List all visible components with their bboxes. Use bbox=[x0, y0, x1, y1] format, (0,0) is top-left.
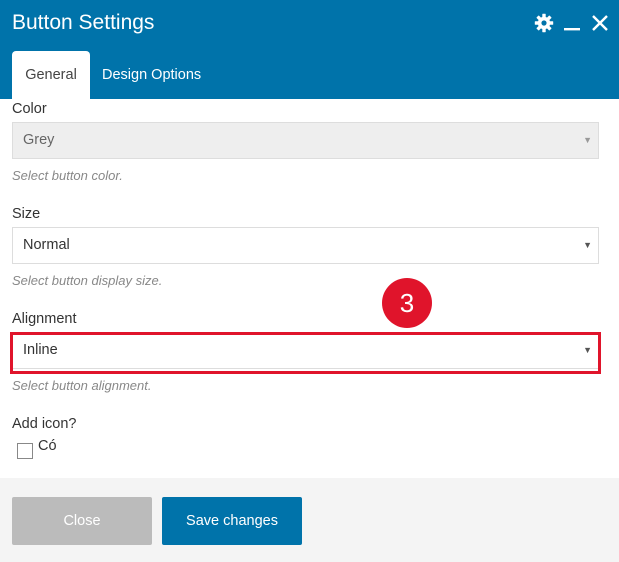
close-button[interactable]: Close bbox=[12, 497, 152, 545]
dialog-title: Button Settings bbox=[12, 11, 155, 34]
size-select-value: Normal bbox=[23, 237, 70, 253]
minimize-icon[interactable] bbox=[561, 12, 583, 34]
color-help: Select button color. bbox=[12, 168, 123, 183]
save-changes-button[interactable]: Save changes bbox=[162, 497, 302, 545]
annotation-highlight bbox=[10, 332, 601, 374]
gear-icon[interactable] bbox=[533, 12, 555, 34]
size-help: Select button display size. bbox=[12, 273, 163, 288]
add-icon-option-label: Có bbox=[38, 438, 57, 454]
alignment-label: Alignment bbox=[12, 311, 77, 327]
header-controls bbox=[533, 12, 611, 34]
chevron-down-icon: ▼ bbox=[583, 135, 592, 145]
add-icon-field: Add icon? Có bbox=[12, 416, 599, 454]
color-select[interactable]: Grey ▼ bbox=[12, 122, 599, 159]
add-icon-checkbox[interactable] bbox=[17, 443, 33, 459]
size-select[interactable]: Normal ▼ bbox=[12, 227, 599, 264]
size-field: Size Normal ▼ Select button display size… bbox=[12, 206, 599, 288]
alignment-help: Select button alignment. bbox=[12, 378, 152, 393]
color-field: Color Grey ▼ Select button color. bbox=[12, 101, 599, 183]
tab-design-options[interactable]: Design Options bbox=[90, 51, 213, 99]
close-icon[interactable] bbox=[589, 12, 611, 34]
size-label: Size bbox=[12, 206, 41, 222]
color-label: Color bbox=[12, 101, 47, 117]
chevron-down-icon: ▼ bbox=[583, 240, 592, 250]
step-badge: 3 bbox=[382, 278, 432, 328]
dialog-body: Color Grey ▼ Select button color. Size N… bbox=[0, 99, 619, 478]
add-icon-label: Add icon? bbox=[12, 416, 77, 432]
color-select-value: Grey bbox=[23, 132, 55, 148]
tab-general[interactable]: General bbox=[12, 51, 90, 99]
dialog-header: Button Settings General Design Options bbox=[0, 0, 619, 99]
